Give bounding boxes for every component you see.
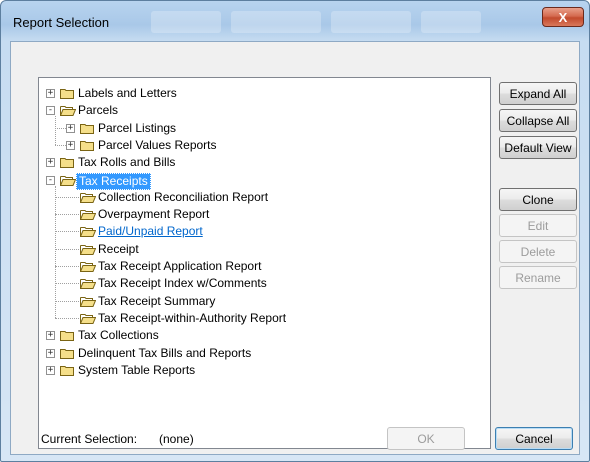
tree-item-label[interactable]: Tax Rolls and Bills [76,155,177,170]
clone-button[interactable]: Clone [499,188,577,211]
folder-icon [60,88,74,99]
report-selection-window: Report Selection X + Labels and Letters - P… [0,0,590,462]
tree-connector [55,116,56,145]
expand-icon[interactable]: + [46,158,55,168]
title-bar-glass [231,11,321,33]
current-selection-label: Current Selection: [41,432,138,446]
folder-open-icon [79,192,97,203]
expand-all-button[interactable]: Expand All [499,82,577,105]
tree-connector [55,127,66,129]
collapse-icon[interactable]: - [46,106,55,116]
expand-icon[interactable]: + [46,365,55,375]
tree-item-label[interactable]: Parcel Listings [96,121,178,136]
folder-icon [60,157,74,169]
tree-item-label[interactable]: Tax Receipt-within-Authority Report [96,311,288,326]
tree-item-label[interactable]: Receipt [96,242,141,257]
folder-icon [60,330,74,342]
folder-icon [80,140,94,151]
tree-item-label[interactable]: Labels and Letters [76,86,179,101]
tree-item-label[interactable]: Tax Receipt Index w/Comments [96,276,269,291]
folder-open-icon [79,244,97,255]
title-bar-glass [331,11,411,33]
dialog-body: + Labels and Letters - Parcels + Parcel Listi… [10,41,580,455]
edit-button[interactable]: Edit [499,214,577,237]
tree-connector [55,317,79,319]
folder-icon [80,123,94,134]
folder-open-icon [79,226,97,238]
tree-connector [55,185,56,318]
folder-open-icon [59,175,77,186]
folder-icon [60,348,74,359]
default-view-button[interactable]: Default View [499,136,577,159]
collapse-icon[interactable]: - [46,175,55,185]
folder-icon [60,365,74,376]
tree-item-label[interactable]: Tax Collections [76,328,161,343]
expand-icon[interactable]: + [46,348,55,358]
collapse-all-button[interactable]: Collapse All [499,109,577,132]
title-bar-glass [421,11,481,33]
folder-open-icon [59,105,77,117]
folder-open-icon [79,313,97,324]
tree-connector [55,231,79,233]
ok-button[interactable]: OK [387,427,465,450]
window-title: Report Selection [13,15,110,30]
tree-item-label[interactable]: Collection Reconciliation Report [96,190,270,205]
tree-connector [55,300,79,302]
folder-open-icon [79,278,97,290]
folder-open-icon [79,261,97,272]
tree-item-label[interactable]: Parcel Values Reports [96,138,219,153]
current-selection-value: (none) [159,432,194,446]
tree-connector [55,283,79,285]
expand-icon[interactable]: + [46,331,55,341]
tree-connector [55,266,79,267]
folder-open-icon [79,209,97,221]
tree-item-label[interactable]: Tax Receipt Summary [96,294,217,309]
tree-item-label[interactable]: Paid/Unpaid Report [96,224,205,239]
close-icon: X [558,9,568,25]
tree-item-label[interactable]: Tax Receipts [76,172,151,190]
tree-connector [55,214,79,216]
close-button[interactable]: X [542,7,584,27]
tree-connector [55,248,79,250]
rename-button[interactable]: Rename [499,266,577,289]
tree-item-label[interactable]: System Table Reports [76,363,197,378]
tree-item-label[interactable]: Parcels [76,103,120,118]
delete-button[interactable]: Delete [499,240,577,263]
expand-icon[interactable]: + [66,140,75,150]
folder-open-icon [79,296,97,307]
tree-item-label[interactable]: Tax Receipt Application Report [96,259,263,274]
expand-icon[interactable]: + [46,89,55,98]
tree-item-label[interactable]: Overpayment Report [96,207,211,222]
report-tree[interactable]: + Labels and Letters - Parcels + Parcel Listi… [38,77,491,449]
tree-item-label[interactable]: Delinquent Tax Bills and Reports [76,346,253,361]
expand-icon[interactable]: + [66,123,75,133]
title-bar-glass [151,11,221,33]
tree-connector [55,144,66,146]
tree-connector [55,196,79,198]
title-bar[interactable]: Report Selection X [1,1,589,41]
cancel-button[interactable]: Cancel [495,427,573,450]
